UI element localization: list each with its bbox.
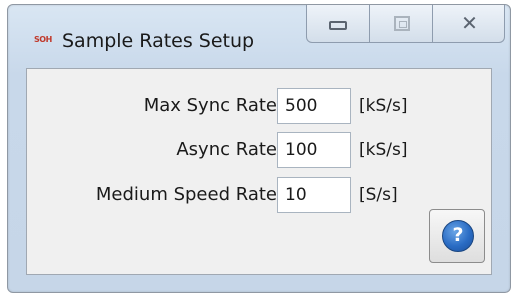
help-icon: ? — [442, 220, 474, 252]
title-bar[interactable]: SOH Sample Rates Setup ✕ — [8, 5, 510, 63]
medium-speed-rate-label: Medium Speed Rate — [95, 184, 277, 205]
form-row-medium-speed-rate: Medium Speed Rate [S/s] — [27, 177, 493, 213]
maximize-button[interactable] — [369, 5, 433, 43]
async-rate-input[interactable] — [277, 132, 351, 168]
form-row-max-sync-rate: Max Sync Rate [kS/s] — [27, 88, 493, 124]
minimize-button[interactable] — [306, 5, 370, 43]
minimize-icon — [329, 21, 347, 30]
maximize-icon — [394, 16, 410, 31]
close-icon: ✕ — [461, 11, 478, 35]
async-rate-unit: [kS/s] — [359, 140, 408, 160]
max-sync-rate-input[interactable] — [277, 88, 351, 124]
help-button[interactable]: ? — [429, 209, 485, 263]
max-sync-rate-label: Max Sync Rate — [143, 95, 277, 116]
async-rate-label: Async Rate — [176, 139, 277, 160]
medium-speed-rate-input[interactable] — [277, 177, 351, 213]
dialog-window: SOH Sample Rates Setup ✕ Max Sync Rate [… — [7, 4, 511, 293]
window-title: Sample Rates Setup — [62, 30, 255, 52]
form-row-async-rate: Async Rate [kS/s] — [27, 132, 493, 168]
medium-speed-rate-unit: [S/s] — [359, 185, 398, 205]
app-icon: SOH — [34, 35, 52, 44]
max-sync-rate-unit: [kS/s] — [359, 96, 408, 116]
dialog-content: Max Sync Rate [kS/s] Async Rate [kS/s] M… — [26, 68, 492, 275]
close-button[interactable]: ✕ — [432, 5, 505, 43]
